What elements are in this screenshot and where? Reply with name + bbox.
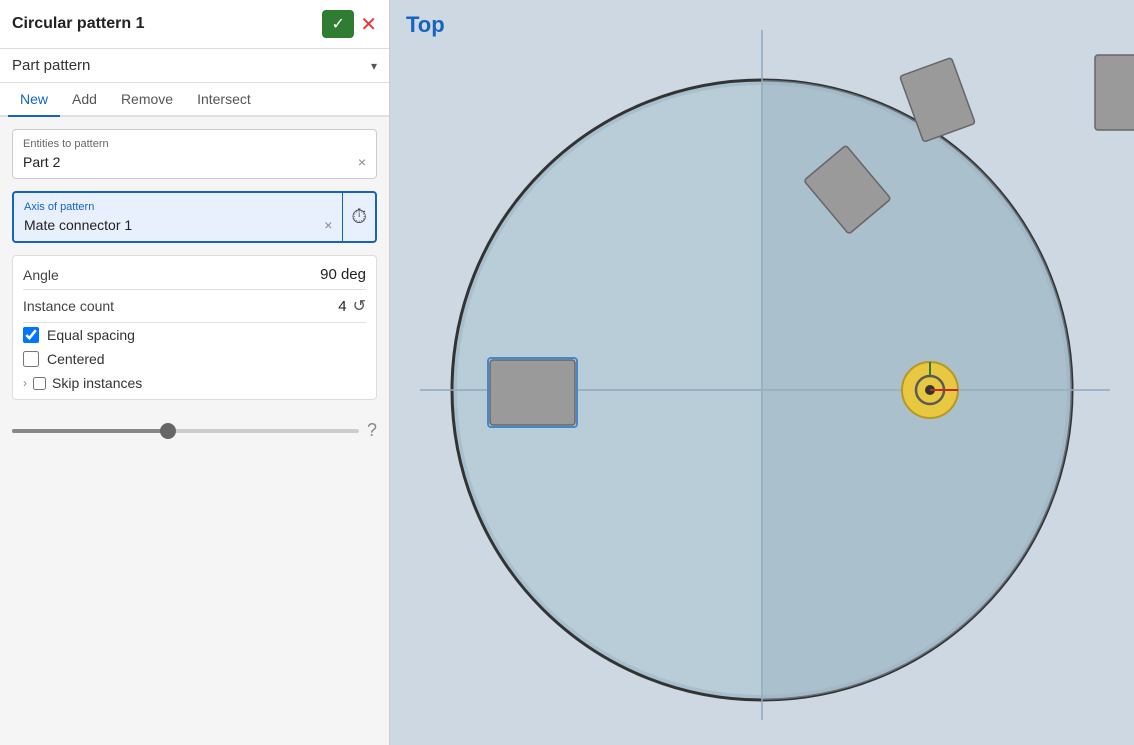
centered-row: Centered (23, 347, 366, 371)
instance-value-row: 4 ↺ (338, 296, 366, 316)
skip-instances-label: Skip instances (52, 375, 142, 391)
viewport-label: Top (406, 12, 445, 38)
slider-fill (12, 429, 168, 433)
cancel-button[interactable]: ✕ (360, 10, 377, 38)
centered-checkbox[interactable] (23, 351, 39, 367)
equal-spacing-checkbox[interactable] (23, 327, 39, 343)
slider-track[interactable] (12, 429, 359, 433)
tab-remove[interactable]: Remove (109, 83, 185, 117)
tab-add[interactable]: Add (60, 83, 109, 117)
tabs-row: New Add Remove Intersect (0, 83, 389, 117)
axis-label: Axis of pattern (24, 201, 332, 213)
instance-refresh-button[interactable]: ↺ (353, 296, 366, 316)
tab-intersect[interactable]: Intersect (185, 83, 263, 117)
angle-value: 90 deg (320, 266, 366, 283)
entities-clear-icon[interactable]: × (358, 154, 366, 170)
dropdown-arrow-icon: ▾ (371, 59, 377, 73)
equal-spacing-label: Equal spacing (47, 327, 135, 343)
panel-body: Entities to pattern Part 2 × Axis of pat… (0, 117, 389, 745)
header-buttons: ✓ ✕ (322, 10, 377, 38)
panel-title: Circular pattern 1 (12, 15, 144, 33)
params-section: Angle 90 deg Instance count 4 ↺ Equal sp… (12, 255, 377, 400)
axis-clock-button[interactable]: ⏱ (342, 191, 377, 243)
entities-value-row: Part 2 × (23, 154, 366, 170)
skip-instances-checkbox[interactable] (33, 377, 46, 390)
entities-value: Part 2 (23, 154, 60, 170)
confirm-button[interactable]: ✓ (322, 10, 354, 38)
slider-row: ? (12, 412, 377, 449)
axis-field-group: Axis of pattern Mate connector 1 × ⏱ (12, 191, 377, 243)
tab-new[interactable]: New (8, 83, 60, 117)
cad-viewport-svg (390, 0, 1134, 745)
angle-row: Angle 90 deg (23, 260, 366, 290)
slider-thumb[interactable] (160, 423, 176, 439)
angle-value-row: 90 deg (320, 266, 366, 283)
axis-value: Mate connector 1 (24, 217, 132, 233)
panel-header: Circular pattern 1 ✓ ✕ (0, 0, 389, 49)
check-icon: ✓ (332, 14, 345, 34)
chevron-icon[interactable]: › (23, 376, 27, 390)
pattern-type-row[interactable]: Part pattern ▾ (0, 49, 389, 83)
equal-spacing-row: Equal spacing (23, 323, 366, 347)
clock-icon: ⏱ (351, 206, 367, 229)
instance-label: Instance count (23, 298, 114, 314)
entities-label: Entities to pattern (23, 138, 366, 150)
centered-label: Centered (47, 351, 105, 367)
axis-value-row: Mate connector 1 × (24, 217, 332, 233)
help-button[interactable]: ? (367, 420, 377, 441)
instance-value: 4 (338, 298, 346, 315)
skip-instances-row: › Skip instances (23, 371, 366, 395)
angle-label: Angle (23, 267, 59, 283)
entities-field-group: Entities to pattern Part 2 × (12, 129, 377, 179)
left-panel: Circular pattern 1 ✓ ✕ Part pattern ▾ Ne… (0, 0, 390, 745)
right-panel: Top (390, 0, 1134, 745)
axis-field: Axis of pattern Mate connector 1 × (12, 191, 342, 243)
close-icon: ✕ (360, 12, 377, 37)
instance-count-row: Instance count 4 ↺ (23, 290, 366, 323)
pattern-type-label: Part pattern (12, 57, 90, 74)
axis-clear-icon[interactable]: × (324, 217, 332, 233)
